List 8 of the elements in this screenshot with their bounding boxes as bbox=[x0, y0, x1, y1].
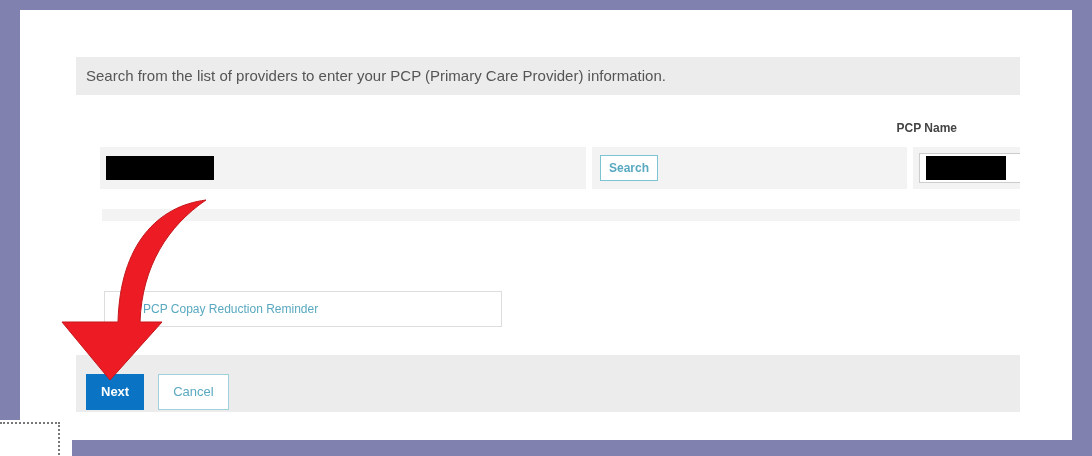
next-button[interactable]: Next bbox=[86, 374, 145, 410]
cancel-button[interactable]: Cancel bbox=[158, 374, 229, 410]
search-button[interactable]: Search bbox=[600, 155, 659, 181]
column-header: PCP Name bbox=[896, 120, 957, 137]
dotted-outline bbox=[0, 422, 60, 456]
pcp-name-field[interactable] bbox=[919, 153, 1020, 183]
instruction-text: Search from the list of providers to enter your PCP (Primary Care Provider) information. bbox=[86, 65, 666, 86]
reminder-link[interactable]: PCP Copay Reduction Reminder bbox=[143, 300, 319, 318]
